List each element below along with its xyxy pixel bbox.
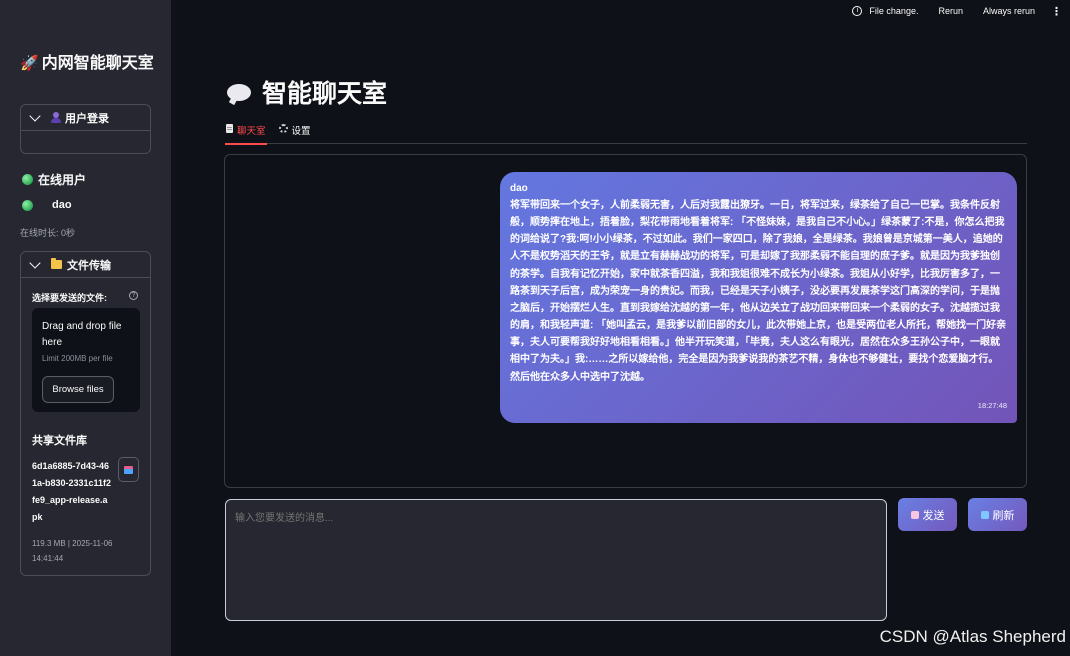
sidebar: 🚀 内网智能聊天室 用户登录 在线用户 dao 在线时长: 0秒 文件传输 选择要…: [0, 0, 171, 656]
file-change-text: File change.: [869, 6, 919, 16]
always-rerun-button[interactable]: Always rerun: [983, 6, 1035, 16]
tab-chat[interactable]: 聊天室: [225, 121, 267, 145]
refresh-button[interactable]: 刷新: [968, 498, 1027, 531]
file-dropzone[interactable]: Drag and drop file here Limit 200MB per …: [32, 308, 140, 412]
file-select-label: 选择要发送的文件:: [32, 293, 107, 303]
message-bubble: dao 将军带回来一个女子，人前柔弱无害，人后对我露出獠牙。一日，将军过来，绿茶…: [500, 172, 1017, 423]
document-icon: [226, 124, 233, 133]
download-icon: [124, 465, 133, 474]
file-transfer-expander[interactable]: 文件传输 选择要发送的文件: ? Drag and drop file here…: [20, 251, 151, 576]
rocket-icon: [910, 510, 919, 519]
shared-file-name: 6d1a6885-7d43-461a-b830-2331c11f2fe9_app…: [32, 461, 112, 522]
login-label: 用户登录: [65, 112, 109, 125]
send-label: 发送: [922, 509, 945, 522]
sidebar-title-text: 内网智能聊天室: [41, 55, 154, 72]
download-button[interactable]: [118, 457, 139, 482]
message-input[interactable]: [225, 499, 887, 621]
send-button[interactable]: 发送: [898, 498, 957, 531]
chevron-down-icon: [29, 256, 41, 269]
refresh-label: 刷新: [992, 509, 1015, 522]
refresh-icon: [980, 510, 989, 519]
green-dot-icon: [22, 174, 33, 185]
kebab-menu-icon[interactable]: ⋮: [1051, 5, 1062, 18]
file-transfer-label: 文件传输: [67, 259, 111, 272]
rerun-button[interactable]: Rerun: [938, 6, 963, 16]
message-user: dao: [510, 183, 528, 194]
info-icon: i: [852, 6, 863, 16]
help-icon[interactable]: ?: [129, 291, 138, 300]
sidebar-title: 🚀 内网智能聊天室: [20, 54, 160, 73]
tab-settings[interactable]: 设置: [278, 121, 312, 144]
rocket-icon: 🚀: [20, 55, 39, 72]
chevron-down-icon: [29, 109, 41, 122]
gear-icon: [278, 124, 288, 133]
login-expander-header[interactable]: 用户登录: [21, 105, 150, 131]
topbar: i File change. Rerun Always rerun ⋮: [852, 4, 1062, 18]
dropzone-limit: Limit 200MB per file: [42, 354, 113, 363]
file-transfer-header[interactable]: 文件传输: [21, 252, 150, 278]
page-title: 智能聊天室: [227, 74, 387, 110]
speech-bubble-icon: [227, 83, 251, 101]
dropzone-title: Drag and drop file here: [42, 321, 122, 348]
tab-bar: 聊天室 设置: [225, 121, 1027, 145]
user-icon: [51, 112, 61, 123]
browse-files-button[interactable]: Browse files: [42, 376, 114, 403]
message-text: 将军带回来一个女子，人前柔弱无害，人后对我露出獠牙。一日，将军过来，绿茶给了自己…: [510, 200, 1007, 383]
shared-file-meta: 119.3 MB | 2025-11-06 14:41:44: [32, 539, 113, 563]
page-title-text: 智能聊天室: [262, 80, 388, 108]
login-expander[interactable]: 用户登录: [20, 104, 151, 154]
online-heading-text: 在线用户: [38, 173, 87, 187]
online-user-name: dao: [52, 199, 72, 211]
tab-settings-label: 设置: [291, 126, 311, 137]
chat-container[interactable]: dao 将军带回来一个女子，人前柔弱无害，人后对我露出獠牙。一日，将军过来，绿茶…: [224, 154, 1027, 488]
folder-icon: [51, 258, 62, 269]
green-dot-icon: [22, 199, 33, 211]
online-users-heading: 在线用户: [22, 171, 86, 188]
online-user-item: dao: [22, 199, 72, 211]
message-time: 18:27:48: [977, 401, 1007, 410]
online-duration: 在线时长: 0秒: [20, 228, 76, 238]
tab-chat-label: 聊天室: [237, 126, 266, 137]
shared-library-title: 共享文件库: [32, 435, 87, 447]
watermark: CSDN @Atlas Shepherd: [879, 627, 1066, 646]
